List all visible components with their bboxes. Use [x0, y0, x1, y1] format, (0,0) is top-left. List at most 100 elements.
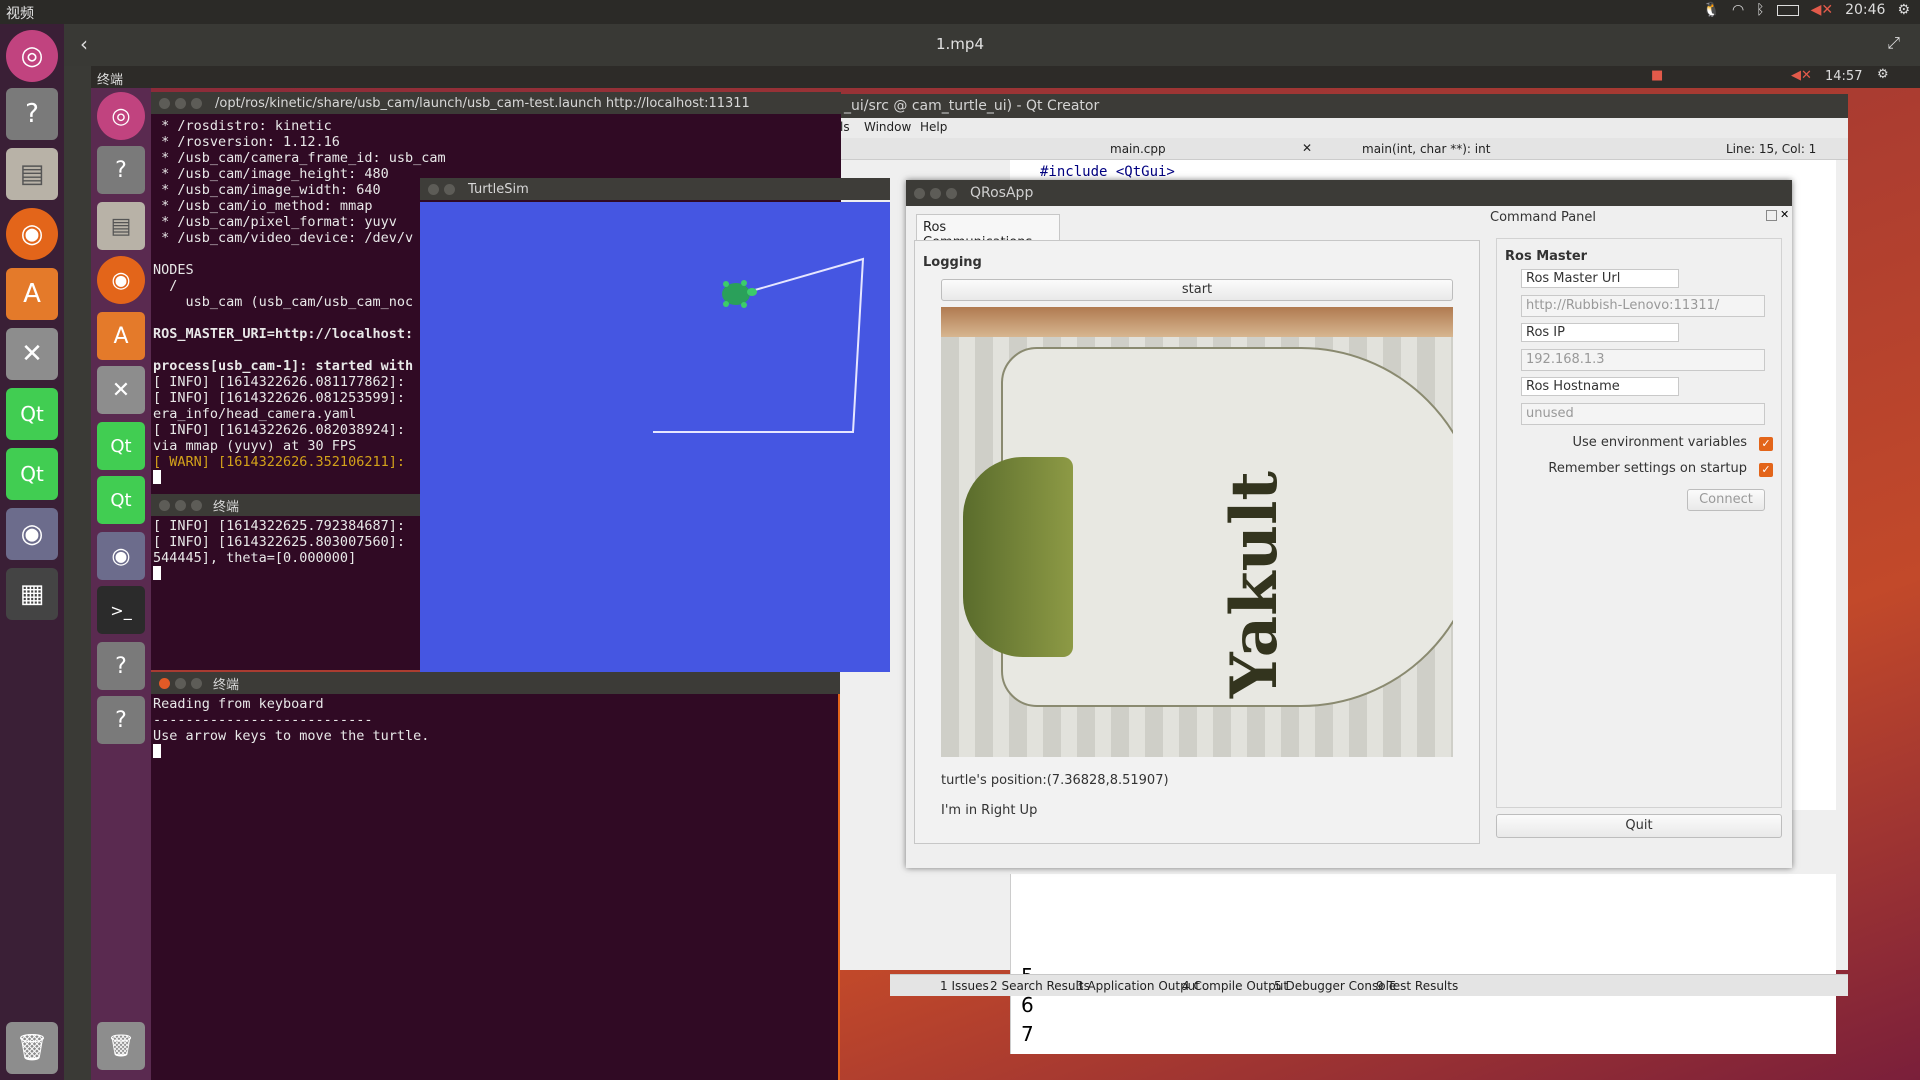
inner-record-icon[interactable]: ■: [1651, 68, 1663, 83]
connect-button[interactable]: Connect: [1687, 489, 1765, 511]
inner-files-icon[interactable]: ▤: [97, 202, 145, 250]
inner-firefox-icon[interactable]: ◉: [97, 256, 145, 304]
turtlesim-canvas[interactable]: [420, 202, 890, 672]
maximize-button[interactable]: [191, 97, 202, 109]
terminal-line: * /rosversion: 1.12.16: [153, 134, 340, 150]
function-selector[interactable]: main(int, char **): int: [1362, 142, 1490, 156]
terminal-line: [ INFO] [1614322625.792384687]:: [153, 518, 405, 534]
menu-help[interactable]: Help: [920, 120, 947, 134]
inner-volume-muted-icon[interactable]: ◀✕: [1791, 68, 1812, 83]
bluetooth-icon[interactable]: ᛒ: [1756, 2, 1764, 18]
qt-creator-editor-toolbar: main.cpp ✕ main(int, char **): int Line:…: [840, 138, 1848, 160]
minimize-button[interactable]: [444, 183, 455, 195]
inner-unknown-app-icon[interactable]: ?: [97, 146, 145, 194]
maximize-button[interactable]: [191, 677, 202, 689]
tab-compile-output[interactable]: 4 Compile Output: [1182, 979, 1288, 993]
inner-qt-designer-icon[interactable]: Qt: [97, 476, 145, 524]
line-number-6: 6: [1021, 993, 1034, 1017]
inner-gear-icon[interactable]: ⚙: [1877, 67, 1889, 82]
video-player-icon[interactable]: ▦: [6, 568, 58, 620]
files-icon[interactable]: ▤: [6, 148, 58, 200]
minimize-button[interactable]: [175, 97, 186, 109]
inner-app-label: 终端: [97, 73, 124, 88]
minimize-button[interactable]: [175, 499, 186, 511]
outer-clock[interactable]: 20:46: [1845, 2, 1885, 18]
close-button[interactable]: [159, 499, 170, 511]
output-panel: 5 6 7: [1010, 874, 1836, 1054]
ros-ip-input[interactable]: 192.168.1.3: [1521, 349, 1765, 371]
tab-issues[interactable]: 1 Issues: [940, 979, 989, 993]
outer-indicators: 🐧 ◠ ᛒ ◀✕ 20:46 ⚙: [1703, 2, 1910, 18]
volume-muted-icon[interactable]: ◀✕: [1811, 2, 1834, 18]
wifi-icon[interactable]: ◠: [1732, 2, 1744, 18]
system-settings-icon[interactable]: ✕: [6, 328, 58, 380]
menu-window[interactable]: Window: [864, 120, 911, 134]
close-file-icon[interactable]: ✕: [1302, 141, 1312, 155]
output-tabs-bar: 1 Issues 2 Search Results 3 Application …: [890, 974, 1848, 996]
tab-search-results[interactable]: 2 Search Results: [990, 979, 1090, 993]
terminal-line: Use arrow keys to move the turtle.: [153, 728, 430, 744]
start-button[interactable]: start: [941, 279, 1453, 301]
inner-clock[interactable]: 14:57: [1825, 69, 1862, 84]
close-button[interactable]: [428, 183, 439, 195]
camera-top-shadow: [941, 307, 1453, 337]
menu-tools[interactable]: ls: [840, 120, 850, 134]
terminal-cursor: [153, 566, 161, 580]
inner-top-bar: 终端 14:57 ⚙ ◀✕ ■: [91, 66, 1920, 88]
inner-qt-creator-icon[interactable]: Qt: [97, 422, 145, 470]
maximize-button[interactable]: [946, 187, 957, 199]
fullscreen-icon[interactable]: ⤢: [1887, 33, 1900, 53]
inner-terminal-icon[interactable]: >_: [97, 586, 145, 634]
tab-ros-communications[interactable]: Ros Communications: [916, 214, 1060, 250]
file-selector[interactable]: main.cpp: [1110, 142, 1166, 156]
trash-icon[interactable]: 🗑: [6, 1022, 58, 1074]
master-url-input[interactable]: http://Rubbish-Lenovo:11311/: [1521, 295, 1765, 317]
inner-ubuntu-dash-icon[interactable]: ◎: [97, 92, 145, 140]
bottle-cap: [963, 457, 1073, 657]
turtlesim-window: TurtleSim: [420, 178, 890, 672]
qt-creator-menubar: ls Window Help: [840, 118, 1848, 138]
inner-trash-icon[interactable]: 🗑: [97, 1022, 145, 1070]
terminal2-output[interactable]: [ INFO] [1614322625.792384687]:[ INFO] […: [151, 516, 421, 670]
inner-unknown-app2-icon[interactable]: ?: [97, 642, 145, 690]
tab-test-results[interactable]: 9 Test Results: [1376, 979, 1458, 993]
qrosapp-titlebar: QRosApp: [906, 180, 1792, 206]
notification-icon[interactable]: 🐧: [1703, 2, 1720, 18]
inner-webcam-icon[interactable]: ◉: [97, 532, 145, 580]
qt-designer-icon[interactable]: Qt: [6, 448, 58, 500]
terminal-line: [ INFO] [1614322625.803007560]:: [153, 534, 405, 550]
ros-ip-label-field: Ros IP: [1521, 323, 1679, 342]
terminal-cursor: [153, 744, 161, 758]
gear-icon[interactable]: ⚙: [1897, 2, 1910, 18]
close-button[interactable]: [159, 97, 170, 109]
inner-software-center-icon[interactable]: A: [97, 312, 145, 360]
master-url-label-field: Ros Master Url: [1521, 269, 1679, 288]
terminal3-output[interactable]: Reading from keyboard -------------------…: [151, 694, 840, 1080]
unknown-app-icon[interactable]: ?: [6, 88, 58, 140]
close-button[interactable]: [159, 677, 170, 689]
inner-settings-icon[interactable]: ✕: [97, 366, 145, 414]
env-vars-checkbox[interactable]: ✓: [1759, 437, 1773, 451]
software-center-icon[interactable]: A: [6, 268, 58, 320]
terminal-line: * /rosdistro: kinetic: [153, 118, 332, 134]
line-number-7: 7: [1021, 1022, 1034, 1046]
close-panel-icon[interactable]: ✕: [1780, 208, 1789, 221]
quit-button[interactable]: Quit: [1496, 814, 1782, 838]
terminal3-title: 终端: [213, 677, 240, 693]
webcam-app-icon[interactable]: ◉: [6, 508, 58, 560]
ubuntu-dash-icon[interactable]: ◎: [6, 30, 58, 82]
camera-image: Yakult: [941, 307, 1453, 757]
remember-checkbox[interactable]: ✓: [1759, 463, 1773, 477]
minimize-button[interactable]: [175, 677, 186, 689]
inner-unknown-app3-icon[interactable]: ?: [97, 696, 145, 744]
float-panel-icon[interactable]: [1766, 210, 1777, 221]
minimize-button[interactable]: [930, 187, 941, 199]
close-button[interactable]: [914, 187, 925, 199]
maximize-button[interactable]: [191, 499, 202, 511]
hostname-input[interactable]: unused: [1521, 403, 1765, 425]
terminal-line: Reading from keyboard: [153, 696, 324, 712]
terminal1-titlebar: /opt/ros/kinetic/share/usb_cam/launch/us…: [151, 92, 841, 114]
qt-creator-icon[interactable]: Qt: [6, 388, 58, 440]
firefox-icon[interactable]: ◉: [6, 208, 58, 260]
battery-icon[interactable]: [1776, 4, 1799, 16]
